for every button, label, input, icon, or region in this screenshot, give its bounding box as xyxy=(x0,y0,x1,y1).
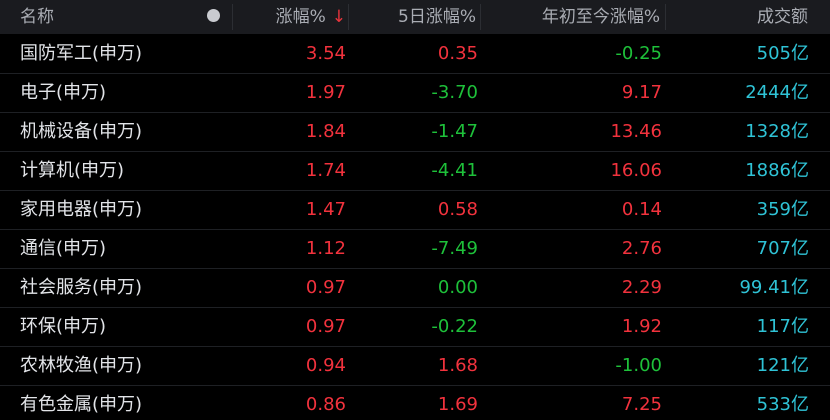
row-5day-change: -7.49 xyxy=(431,238,478,259)
row-change: 1.84 xyxy=(305,121,346,142)
row-5day-change: -0.22 xyxy=(431,316,478,337)
row-5day-change: 0.00 xyxy=(437,277,478,298)
row-5day-change: -1.47 xyxy=(431,121,478,142)
row-name: 国防军工(申万) xyxy=(20,43,143,64)
sort-down-arrow-icon: ↓ xyxy=(331,7,346,27)
table-row[interactable]: 有色金属(申万) 0.86 1.69 7.25 533亿 xyxy=(0,386,830,420)
table-row[interactable]: 国防军工(申万) 3.54 0.35 -0.25 505亿 xyxy=(0,35,830,74)
row-5day-change: 1.68 xyxy=(437,355,478,376)
row-ytd-change: 2.76 xyxy=(621,238,662,259)
row-ytd-change: 1.92 xyxy=(621,316,662,337)
row-ytd-change: 9.17 xyxy=(621,82,662,103)
row-name: 计算机(申万) xyxy=(20,160,125,181)
row-ytd-change: 2.29 xyxy=(621,277,662,298)
row-ytd-change: 7.25 xyxy=(621,394,662,415)
row-turnover: 505亿 xyxy=(756,43,809,64)
column-header-ytd-change[interactable]: 年初至今涨幅% xyxy=(542,0,660,34)
row-change: 1.12 xyxy=(305,238,346,259)
row-turnover: 533亿 xyxy=(756,394,809,415)
row-5day-change: 1.69 xyxy=(437,394,478,415)
column-header-5day-change[interactable]: 5日涨幅% xyxy=(398,0,476,34)
row-ytd-change: 16.06 xyxy=(610,160,662,181)
row-5day-change: -4.41 xyxy=(431,160,478,181)
column-header-turnover[interactable]: 成交额 xyxy=(757,0,808,34)
row-change: 0.97 xyxy=(305,316,346,337)
table-row[interactable]: 社会服务(申万) 0.97 0.00 2.29 99.41亿 xyxy=(0,269,830,308)
row-change: 1.97 xyxy=(305,82,346,103)
row-change: 1.74 xyxy=(305,160,346,181)
row-turnover: 117亿 xyxy=(756,316,809,337)
table-body: 国防军工(申万) 3.54 0.35 -0.25 505亿电子(申万) 1.97 -3.70… xyxy=(0,35,830,420)
column-header-change[interactable]: 涨幅% ↓ xyxy=(276,0,346,34)
row-change: 0.86 xyxy=(305,394,346,415)
dot-icon[interactable] xyxy=(207,9,220,22)
row-name: 家用电器(申万) xyxy=(20,199,143,220)
column-header-change-label: 涨幅% xyxy=(275,7,326,27)
table-row[interactable]: 机械设备(申万) 1.84 -1.47 13.46 1328亿 xyxy=(0,113,830,152)
row-turnover: 2444亿 xyxy=(745,82,809,103)
row-change: 3.54 xyxy=(305,43,346,64)
row-name: 环保(申万) xyxy=(20,316,107,337)
column-header-name[interactable]: 名称 xyxy=(20,0,54,34)
row-name: 电子(申万) xyxy=(20,82,107,103)
table-row[interactable]: 家用电器(申万) 1.47 0.58 0.14 359亿 xyxy=(0,191,830,230)
row-name: 农林牧渔(申万) xyxy=(20,355,143,376)
industry-ranking-table: 名称 涨幅% ↓ 5日涨幅% 年初至今涨幅% 成交额 国防军工(申万) 3.54 0.… xyxy=(0,0,830,420)
row-ytd-change: -1.00 xyxy=(615,355,662,376)
row-change: 0.94 xyxy=(305,355,346,376)
row-turnover: 1328亿 xyxy=(745,121,809,142)
row-turnover: 99.41亿 xyxy=(739,277,809,298)
table-row[interactable]: 农林牧渔(申万) 0.94 1.68 -1.00 121亿 xyxy=(0,347,830,386)
row-name: 通信(申万) xyxy=(20,238,107,259)
table-row[interactable]: 通信(申万) 1.12 -7.49 2.76 707亿 xyxy=(0,230,830,269)
table-header: 名称 涨幅% ↓ 5日涨幅% 年初至今涨幅% 成交额 xyxy=(0,0,830,34)
table-row[interactable]: 计算机(申万) 1.74 -4.41 16.06 1886亿 xyxy=(0,152,830,191)
row-ytd-change: 13.46 xyxy=(610,121,662,142)
row-turnover: 121亿 xyxy=(756,355,809,376)
column-divider xyxy=(480,4,481,30)
row-name: 社会服务(申万) xyxy=(20,277,143,298)
column-divider xyxy=(665,4,666,30)
row-turnover: 1886亿 xyxy=(745,160,809,181)
table-row[interactable]: 环保(申万) 0.97 -0.22 1.92 117亿 xyxy=(0,308,830,347)
row-turnover: 707亿 xyxy=(756,238,809,259)
row-5day-change: -3.70 xyxy=(431,82,478,103)
row-ytd-change: -0.25 xyxy=(615,43,662,64)
row-change: 0.97 xyxy=(305,277,346,298)
column-divider xyxy=(348,4,349,30)
column-divider xyxy=(232,4,233,30)
row-ytd-change: 0.14 xyxy=(621,199,662,220)
row-name: 机械设备(申万) xyxy=(20,121,143,142)
table-row[interactable]: 电子(申万) 1.97 -3.70 9.17 2444亿 xyxy=(0,74,830,113)
row-change: 1.47 xyxy=(305,199,346,220)
row-turnover: 359亿 xyxy=(756,199,809,220)
row-5day-change: 0.35 xyxy=(437,43,478,64)
row-name: 有色金属(申万) xyxy=(20,394,143,415)
row-5day-change: 0.58 xyxy=(437,199,478,220)
